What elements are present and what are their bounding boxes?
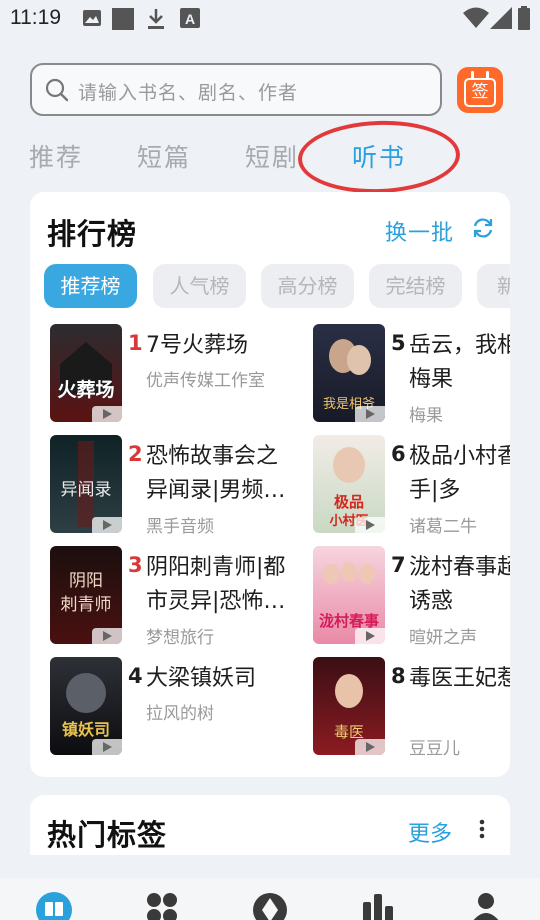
chart-icon[interactable] [362, 892, 394, 920]
svg-text:火葬场: 火葬场 [57, 378, 114, 401]
tab-short-drama[interactable]: 短剧 [245, 138, 299, 174]
book-author: 梅果 [409, 406, 443, 426]
font-icon: A [180, 8, 200, 28]
list-item[interactable]: 异闻录 2 恐怖故事会之异闻录|男频… 黑手音频 [50, 435, 290, 537]
audio-badge [92, 406, 122, 422]
refresh-button[interactable]: 换一批 [385, 215, 454, 247]
book-icon[interactable] [36, 892, 72, 920]
audio-badge [355, 517, 385, 533]
book-title: 恐怖故事会之异闻录|男频… [146, 444, 286, 503]
svg-text:A: A [185, 11, 195, 27]
svg-text:镇妖司: 镇妖司 [62, 720, 110, 739]
list-item[interactable]: 阴阳 刺青师 3 阴阳刺青师|都市灵异|恐怖… 梦想旅行 [50, 546, 290, 648]
more-vertical-icon[interactable] [478, 819, 486, 839]
sign-label: 签 [464, 78, 496, 107]
svg-text:异闻录: 异闻录 [61, 480, 112, 500]
download-icon [148, 9, 164, 29]
battery-icon [518, 6, 530, 30]
book-cover: 泷村春事 [313, 546, 385, 644]
search-placeholder: 请输入书名、剧名、作者 [78, 82, 299, 104]
status-time: 11:19 [10, 6, 61, 29]
book-title: 大梁镇妖司 [146, 666, 257, 691]
book-cover: 毒医 [313, 657, 385, 755]
rank-number: 4 [128, 664, 143, 688]
book-author: 暄妍之声 [409, 628, 477, 648]
book-title: 泷村春事超级诱惑 [409, 555, 510, 614]
book-title: 岳云，我相爷|梅果 [409, 333, 510, 392]
book-author: 拉风的树 [146, 704, 214, 724]
book-cover: 阴阳 刺青师 [50, 546, 122, 644]
ranking-title: 排行榜 [47, 217, 138, 251]
list-item[interactable]: 毒医 8 毒医王妃惹 豆豆儿 [313, 657, 510, 759]
search-icon [45, 78, 69, 102]
book-cover: 镇妖司 [50, 657, 122, 755]
refresh-icon[interactable] [472, 217, 494, 239]
rank-number: 8 [391, 664, 406, 688]
grid-icon[interactable] [146, 892, 178, 920]
audio-badge [355, 406, 385, 422]
list-item[interactable]: 极品 小村医 6 极品小村香高手|多 诸葛二牛 [313, 435, 510, 537]
chip-completed[interactable]: 完结榜 [369, 264, 462, 308]
status-bar: 11:19 A [0, 0, 540, 38]
hot-tags-title: 热门标签 [47, 818, 168, 852]
rank-number: 2 [128, 442, 143, 466]
square-icon [112, 8, 134, 30]
list-item[interactable]: 镇妖司 4 大梁镇妖司 拉风的树 [50, 657, 290, 757]
rank-number: 7 [391, 553, 406, 577]
audio-badge [92, 739, 122, 755]
rank-number: 6 [391, 442, 406, 466]
hot-tags-card: 热门标签 更多 [30, 795, 510, 855]
svg-text:刺青师: 刺青师 [61, 595, 112, 615]
list-item[interactable]: 我是相爷 5 岳云，我相爷|梅果 梅果 [313, 324, 510, 426]
book-author: 优声传媒工作室 [146, 371, 265, 391]
chip-new[interactable]: 新 [477, 264, 510, 308]
tab-recommend[interactable]: 推荐 [29, 138, 83, 174]
book-cover: 异闻录 [50, 435, 122, 533]
audio-badge [92, 628, 122, 644]
image-icon [83, 10, 101, 26]
sign-in-button[interactable]: 签 [457, 67, 503, 113]
more-button[interactable]: 更多 [408, 816, 452, 848]
list-item[interactable]: 泷村春事 7 泷村春事超级诱惑 暄妍之声 [313, 546, 510, 648]
audio-badge [92, 517, 122, 533]
book-author: 黑手音频 [146, 517, 214, 537]
book-cover: 极品 小村医 [313, 435, 385, 533]
book-title: 阴阳刺青师|都市灵异|恐怖… [146, 555, 286, 614]
chip-popular[interactable]: 人气榜 [153, 264, 246, 308]
wifi-icon [463, 7, 489, 28]
chip-high-score[interactable]: 高分榜 [261, 264, 354, 308]
signal-icon [490, 7, 512, 29]
audio-badge [355, 628, 385, 644]
book-title: 7号火葬场 [146, 333, 248, 358]
rank-number: 5 [391, 331, 406, 355]
search-input[interactable]: 请输入书名、剧名、作者 [30, 63, 442, 116]
tab-highlight-annotation [296, 118, 462, 196]
list-item[interactable]: 火葬场 1 7号火葬场 优声传媒工作室 [50, 324, 290, 424]
tab-short[interactable]: 短篇 [137, 138, 191, 174]
rank-number: 1 [128, 331, 143, 355]
book-cover: 火葬场 [50, 324, 122, 422]
svg-text:阴阳: 阴阳 [69, 571, 103, 591]
book-cover: 我是相爷 [313, 324, 385, 422]
svg-text:极品: 极品 [334, 493, 364, 511]
compass-icon[interactable] [252, 892, 288, 920]
chip-recommend[interactable]: 推荐榜 [44, 264, 137, 308]
ranking-card: 排行榜 换一批 推荐榜 人气榜 高分榜 完结榜 新 火葬场 1 7号火葬场 优声… [30, 192, 510, 777]
book-title: 毒医王妃惹 [409, 666, 510, 691]
book-author: 豆豆儿 [409, 739, 460, 759]
book-author: 梦想旅行 [146, 628, 214, 648]
book-title: 极品小村香高手|多 [409, 444, 510, 503]
rank-number: 3 [128, 553, 143, 577]
book-author: 诸葛二牛 [409, 517, 477, 537]
profile-icon[interactable] [470, 892, 502, 920]
bottom-nav [0, 878, 540, 920]
audio-badge [355, 739, 385, 755]
